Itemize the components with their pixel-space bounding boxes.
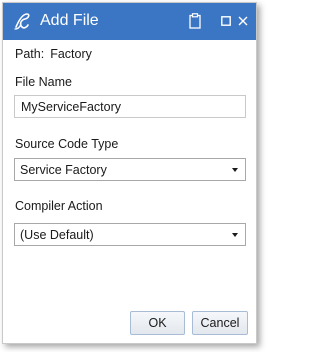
window-title: Add File [40, 12, 99, 29]
source-code-type-value: Service Factory [20, 163, 107, 177]
compiler-action-select[interactable]: (Use Default) [14, 223, 246, 246]
dropdown-arrow-icon [232, 168, 238, 172]
file-name-input[interactable] [14, 95, 246, 118]
source-code-type-label: Source Code Type [15, 137, 119, 151]
file-name-label: File Name [15, 75, 72, 89]
maximize-icon [221, 16, 231, 26]
close-button[interactable] [234, 11, 252, 31]
path-value: Factory [50, 47, 92, 61]
path-label: Path: [15, 47, 45, 61]
maximize-button[interactable] [217, 11, 235, 31]
add-file-dialog: Add File Path: Factory File Name Source C… [2, 2, 257, 344]
title-bar[interactable]: Add File [3, 3, 256, 40]
source-code-type-select[interactable]: Service Factory [14, 158, 246, 181]
ok-button[interactable]: OK [130, 311, 185, 335]
dropdown-arrow-icon [232, 233, 238, 237]
app-logo-icon [14, 13, 30, 30]
compiler-action-label: Compiler Action [15, 199, 103, 213]
cancel-button[interactable]: Cancel [192, 311, 248, 335]
clipboard-icon [189, 13, 201, 29]
clipboard-button[interactable] [186, 11, 204, 31]
close-icon [238, 16, 248, 26]
compiler-action-value: (Use Default) [20, 228, 94, 242]
path-row: Path: Factory [15, 47, 92, 61]
